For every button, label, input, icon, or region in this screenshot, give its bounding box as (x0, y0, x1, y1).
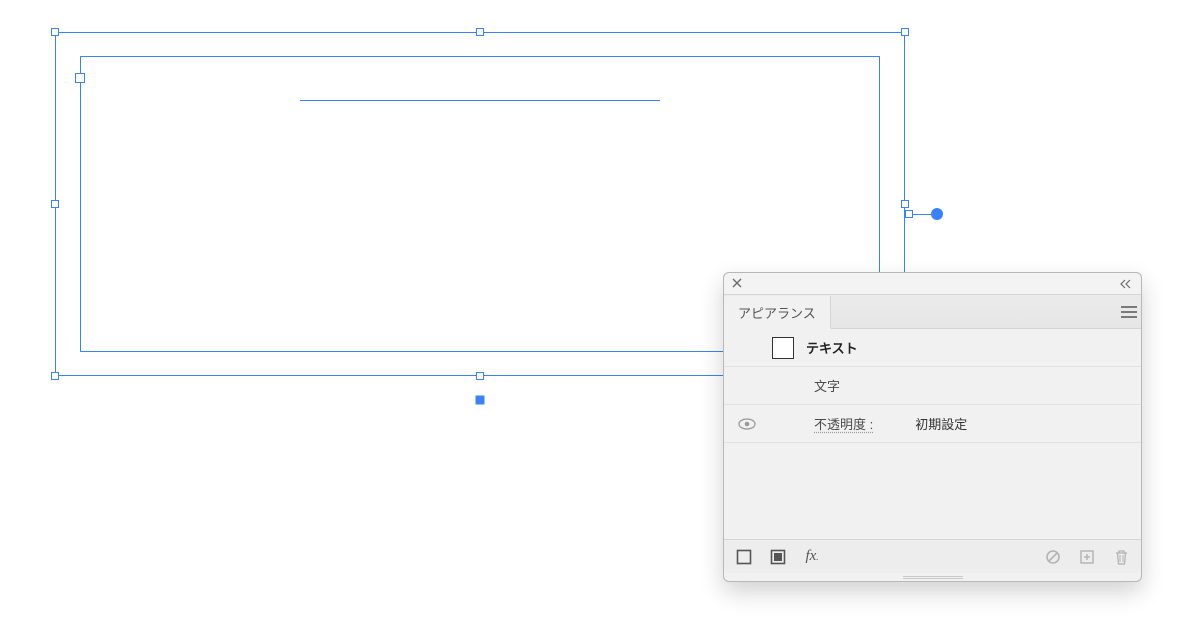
text-out-port[interactable] (905, 208, 943, 220)
anchor-origin-indicator[interactable] (476, 396, 485, 405)
panel-footer: fx. (724, 539, 1141, 573)
item-name: テキスト (806, 338, 858, 357)
collapse-icon[interactable] (1119, 279, 1133, 289)
tab-appearance[interactable]: アピアランス (724, 296, 831, 329)
add-effect-icon[interactable]: fx. (802, 547, 822, 567)
clear-appearance-icon[interactable] (1043, 547, 1063, 567)
appearance-item-selected[interactable]: テキスト (724, 329, 1141, 367)
new-fill-icon[interactable] (768, 547, 788, 567)
delete-item-icon[interactable] (1111, 547, 1131, 567)
opacity-label: 不透明度 : (772, 414, 873, 433)
handle-top-mid[interactable] (476, 28, 484, 36)
out-port-endpoint (931, 208, 943, 220)
text-in-port[interactable] (75, 73, 85, 83)
text-baseline (300, 100, 660, 101)
appearance-characters[interactable]: 文字 (724, 367, 1141, 405)
handle-bottom-left[interactable] (51, 372, 59, 380)
panel-titlebar[interactable] (724, 273, 1141, 295)
handle-mid-left[interactable] (51, 200, 59, 208)
handle-top-left[interactable] (51, 28, 59, 36)
out-port-square (905, 210, 913, 218)
new-stroke-icon[interactable] (734, 547, 754, 567)
opacity-value[interactable]: 初期設定 (915, 414, 967, 433)
handle-mid-right[interactable] (901, 200, 909, 208)
handle-bottom-mid[interactable] (476, 372, 484, 380)
tab-appearance-label: アピアランス (738, 303, 816, 322)
handle-top-right[interactable] (901, 28, 909, 36)
duplicate-item-icon[interactable] (1077, 547, 1097, 567)
out-port-connector (913, 214, 931, 215)
fill-swatch[interactable] (772, 337, 794, 359)
close-icon[interactable] (732, 278, 744, 290)
appearance-list: テキスト 文字 不透明度 : 初期設定 (724, 329, 1141, 539)
panel-menu-icon[interactable] (1117, 295, 1141, 328)
panel-tabbar: アピアランス (724, 295, 1141, 329)
visibility-toggle[interactable] (734, 418, 760, 430)
appearance-panel[interactable]: アピアランス テキスト 文字 不透明度 : 初期設定 (723, 272, 1142, 582)
characters-label: 文字 (772, 376, 840, 395)
appearance-opacity-row[interactable]: 不透明度 : 初期設定 (724, 405, 1141, 443)
panel-resize-grip[interactable] (724, 573, 1141, 581)
